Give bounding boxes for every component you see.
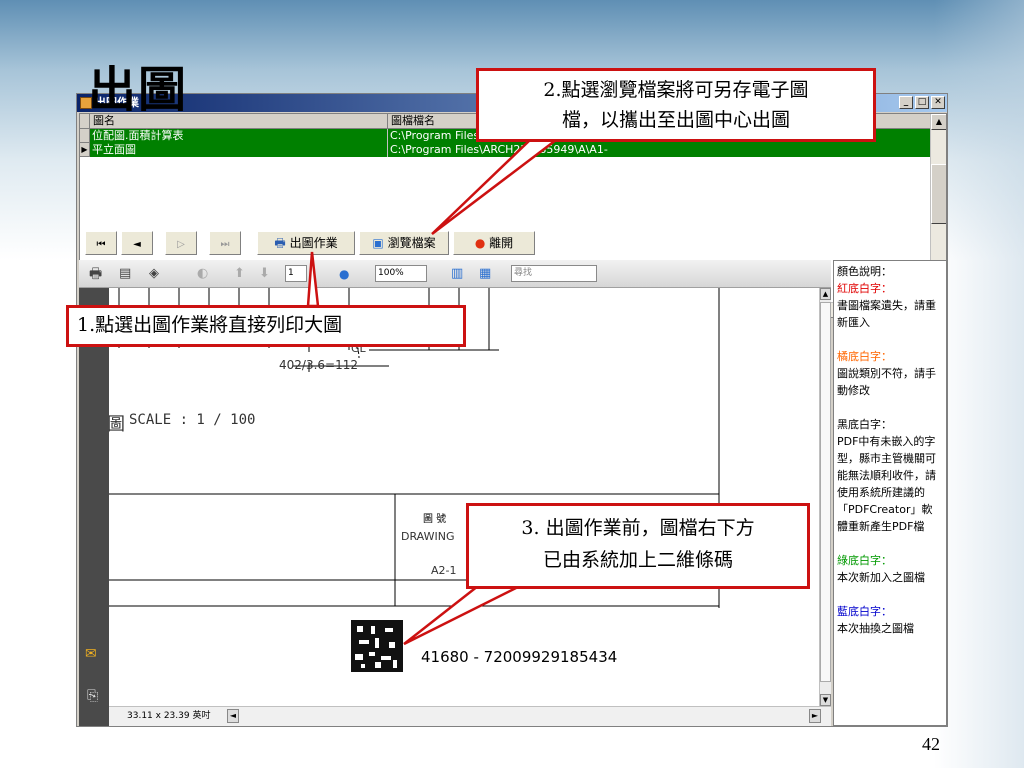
find-input[interactable]: 尋找 bbox=[511, 265, 597, 282]
print-window: 出圖作業 _ □ ✕ 圖名 圖檔檔名 位配圖.面積計算表 C:\Program … bbox=[76, 93, 948, 727]
legend-blue-desc: 本次抽換之圖檔 bbox=[837, 622, 914, 635]
maximize-button[interactable]: □ bbox=[915, 96, 929, 109]
callout-barcode-line1: 3. 出圖作業前，圖檔右下方 bbox=[521, 517, 755, 539]
drawing-no-label: DRAWING bbox=[401, 530, 455, 543]
folder-search-icon: ▣ bbox=[372, 236, 384, 250]
legend-orange-desc: 圖說類別不符，請手動修改 bbox=[837, 367, 936, 397]
navigation-toolbar: ⏮ ◄ ▷ ⏭ 🖶 出圖作業 ▣ 瀏覽檔案 ● 離開 bbox=[79, 227, 947, 259]
page-number-input[interactable]: 1 bbox=[285, 265, 307, 282]
legend-red-desc: 書圖檔案遺失，請重新匯入 bbox=[837, 299, 936, 329]
sheet-label: 圖 號 bbox=[423, 514, 447, 525]
legend-title: 顏色說明： bbox=[837, 265, 892, 278]
browse-file-label: 瀏覽檔案 bbox=[387, 236, 436, 250]
architectural-drawing bbox=[109, 288, 720, 672]
scroll-thumb[interactable] bbox=[931, 164, 946, 224]
row-selector[interactable] bbox=[80, 129, 90, 143]
attachment-icon[interactable]: ⎘ bbox=[87, 688, 98, 704]
full-screen-icon[interactable]: ▦ bbox=[479, 266, 491, 282]
legend-orange-head: 橘底白字： bbox=[837, 350, 892, 363]
exit-icon: ● bbox=[474, 236, 486, 250]
pdf-toolbar: 🖶 ▤ ◈ ◐ ⬆ ⬇ 1 ● 100% ▥ ▦ 尋找 bbox=[79, 260, 831, 288]
scroll-up-icon[interactable]: ▲ bbox=[820, 288, 831, 300]
legend-red-head: 紅底白字： bbox=[837, 282, 892, 295]
page-down-icon[interactable]: ⬇ bbox=[259, 266, 270, 282]
fit-page-icon[interactable]: ▥ bbox=[451, 266, 463, 282]
browse-file-button[interactable]: ▣ 瀏覽檔案 bbox=[359, 231, 449, 255]
exit-button[interactable]: ● 離開 bbox=[453, 231, 535, 255]
first-record-button[interactable]: ⏮ bbox=[85, 231, 117, 255]
barcode-number: 41680 - 72009929185434 bbox=[421, 648, 618, 666]
share-icon[interactable]: ◈ bbox=[149, 266, 159, 282]
callout-browse: 2.點選瀏覽檔案將可另存電子圖 檔，以攜出至出圖中心出圖 bbox=[476, 68, 876, 142]
last-record-button[interactable]: ⏭ bbox=[209, 231, 241, 255]
sheet-no-text: A2-1 bbox=[431, 564, 457, 577]
zoom-in-icon[interactable]: ● bbox=[339, 266, 349, 282]
pdf-status-bar: 33.11 x 23.39 英吋 ◄ ► bbox=[109, 706, 831, 726]
callout-browse-line1: 2.點選瀏覽檔案將可另存電子圖 bbox=[543, 79, 809, 101]
close-button[interactable]: ✕ bbox=[931, 96, 945, 109]
scroll-thumb[interactable] bbox=[820, 302, 831, 682]
legend-black-head: 黑底白字： bbox=[837, 418, 892, 431]
figure-char: 圖 bbox=[109, 414, 125, 435]
prev-record-button[interactable]: ◄ bbox=[121, 231, 153, 255]
legend-blue-head: 藍底白字： bbox=[837, 605, 892, 618]
scale-text: SCALE : 1 / 100 bbox=[129, 412, 256, 428]
legend-green-desc: 本次新加入之圖檔 bbox=[837, 571, 925, 584]
callout-browse-line2: 檔，以攜出至出圖中心出圖 bbox=[561, 109, 790, 131]
cell-name[interactable]: 位配圖.面積計算表 bbox=[90, 129, 388, 143]
row-selector-current[interactable]: ▶ bbox=[80, 143, 90, 157]
color-legend-panel: 顏色說明： 紅底白字： 書圖檔案遺失，請重新匯入 橘底白字： 圖說類別不符，請手… bbox=[833, 260, 947, 726]
comment-icon[interactable]: ◐ bbox=[197, 266, 208, 282]
scroll-right-icon[interactable]: ► bbox=[809, 709, 821, 723]
exit-label: 離開 bbox=[489, 236, 514, 250]
cell-path[interactable]: C:\Program Files\ARCH2D...85949\A\A1- bbox=[388, 143, 932, 157]
print-job-label: 出圖作業 bbox=[289, 236, 338, 250]
drawing-calc-text: 402/3.6=112 bbox=[279, 358, 358, 372]
zoom-select[interactable]: 100% bbox=[375, 265, 427, 282]
minimize-button[interactable]: _ bbox=[899, 96, 913, 109]
scroll-up-icon[interactable]: ▲ bbox=[931, 114, 946, 130]
callout-print: 1.點選出圖作業將直接列印大圖 bbox=[66, 305, 466, 347]
legend-green-head: 綠底白字： bbox=[837, 554, 892, 567]
page-number: 42 bbox=[922, 734, 940, 754]
slide-title: 出圖 bbox=[88, 62, 189, 118]
cell-name[interactable]: 平立面圖 bbox=[90, 143, 388, 157]
scroll-down-icon[interactable]: ▼ bbox=[820, 694, 831, 706]
callout-barcode: 3. 出圖作業前，圖檔右下方 已由系統加上二維條碼 bbox=[466, 503, 810, 589]
scroll-left-icon[interactable]: ◄ bbox=[227, 709, 239, 723]
page-size-text: 33.11 x 23.39 英吋 bbox=[127, 711, 211, 721]
pdf-vertical-scrollbar[interactable]: ▲ ▼ bbox=[819, 288, 831, 706]
table-row[interactable]: ▶ 平立面圖 C:\Program Files\ARCH2D...85949\A… bbox=[80, 143, 932, 157]
drawing-page: 402/3.6=112 GL 1FL 圖 SCALE : 1 / 100 圖 號… bbox=[109, 288, 819, 706]
next-record-button[interactable]: ▷ bbox=[165, 231, 197, 255]
print-icon[interactable]: 🖶 bbox=[89, 266, 102, 282]
save-icon[interactable]: ▤ bbox=[119, 266, 131, 282]
comments-icon[interactable]: ✉ bbox=[85, 646, 97, 662]
legend-black-desc: PDF中有未嵌入的字型，縣市主管機關可能無法順利收件，請使用系統所建議的「PDF… bbox=[837, 435, 936, 533]
print-job-button[interactable]: 🖶 出圖作業 bbox=[257, 231, 355, 255]
pdf-side-panel: ✉ ⎘ bbox=[79, 288, 109, 726]
printer-icon: 🖶 bbox=[274, 236, 286, 250]
page-up-icon[interactable]: ⬆ bbox=[234, 266, 245, 282]
callout-barcode-line2: 已由系統加上二維條碼 bbox=[542, 549, 733, 571]
